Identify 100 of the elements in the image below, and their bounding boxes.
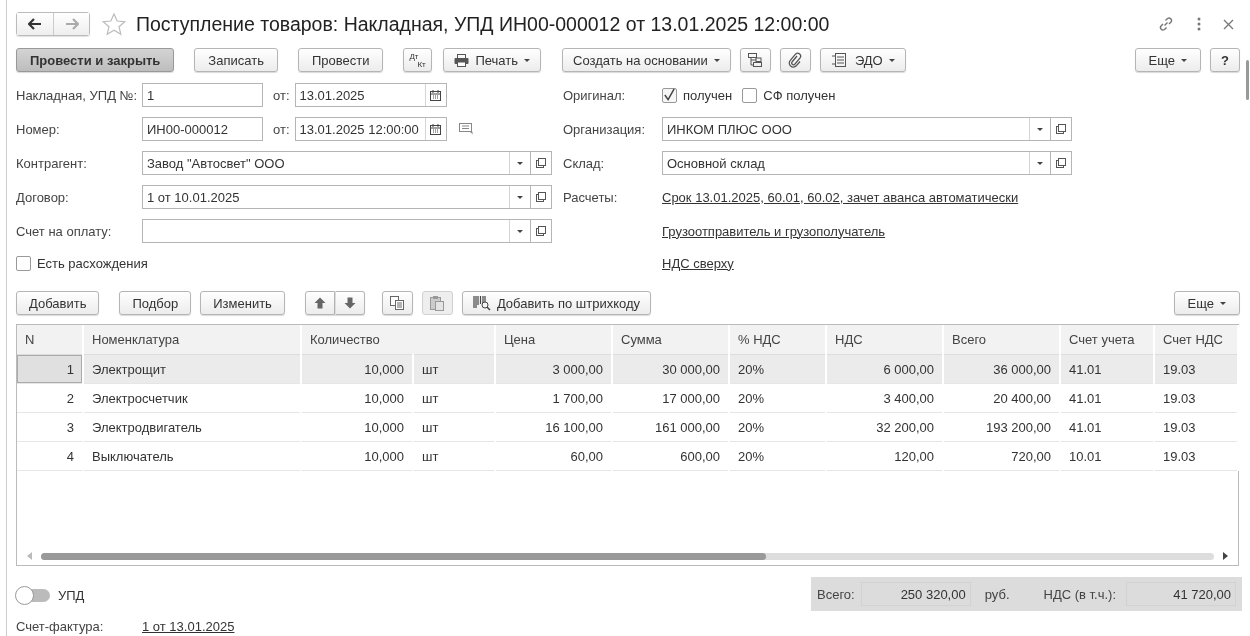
close-icon[interactable] xyxy=(1223,18,1234,30)
column-header[interactable]: Номенклатура xyxy=(83,325,301,355)
table-cell: 19.03 xyxy=(1154,441,1238,471)
column-header[interactable]: НДС xyxy=(826,325,943,355)
number-field[interactable]: 1 xyxy=(142,83,263,107)
column-header[interactable]: Счет НДС xyxy=(1154,325,1238,355)
number-field[interactable]: ИН00-000012 xyxy=(142,117,263,141)
column-header[interactable]: Цена xyxy=(495,325,612,355)
select-field[interactable]: Основной склад xyxy=(662,151,1051,175)
print-button[interactable]: Печать xyxy=(443,48,541,72)
vat-label: НДС (в т.ч.): xyxy=(1043,586,1116,602)
scroll-right-icon[interactable] xyxy=(1222,552,1228,560)
invoice-link[interactable]: 1 от 13.01.2025 xyxy=(142,618,235,634)
vat-value: 41 720,00 xyxy=(1126,582,1236,606)
field-label: Склад: xyxy=(563,155,606,171)
select-field[interactable] xyxy=(142,219,531,243)
table-cell: 2 xyxy=(17,383,83,413)
field-label: Контрагент: xyxy=(16,155,88,171)
table-cell: 720,00 xyxy=(943,441,1060,471)
more-button[interactable]: Еще xyxy=(1173,291,1240,315)
select-field[interactable]: ИНКОМ ПЛЮС ООО xyxy=(662,117,1051,141)
table-cell: 16 100,00 xyxy=(495,412,612,442)
open-button[interactable] xyxy=(531,219,552,243)
open-button[interactable] xyxy=(531,151,552,175)
table-cell: 20% xyxy=(729,441,826,471)
back-arrow-icon xyxy=(28,18,42,30)
checkbox[interactable] xyxy=(16,255,31,271)
link[interactable]: НДС сверху xyxy=(662,255,734,271)
table-cell: 17 000,00 xyxy=(612,383,729,413)
comment-icon[interactable] xyxy=(458,123,475,135)
total-value: 250 320,00 xyxy=(860,582,971,606)
copy-icon xyxy=(389,295,406,311)
column-header[interactable]: Сумма xyxy=(612,325,729,355)
back-button[interactable] xyxy=(17,13,53,35)
column-header[interactable]: Количество xyxy=(301,325,495,355)
more-icon[interactable] xyxy=(1197,17,1201,31)
checkbox[interactable] xyxy=(662,87,677,103)
column-header[interactable]: N xyxy=(17,325,83,355)
copy-button[interactable] xyxy=(381,291,413,315)
open-button[interactable] xyxy=(1051,151,1072,175)
table-button[interactable]: Изменить xyxy=(200,291,285,315)
more-button[interactable]: Еще xyxy=(1134,48,1201,72)
column-header[interactable]: % НДС xyxy=(729,325,826,355)
debit-credit-button[interactable]: Дт Кт xyxy=(403,48,433,72)
create-based-on-button[interactable]: Создать на основании xyxy=(562,48,731,72)
barcode-icon xyxy=(472,295,491,311)
open-button[interactable] xyxy=(531,185,552,209)
field-label: Счет на оплату: xyxy=(16,223,113,239)
date-field[interactable]: 13.01.2025 12:00:00 xyxy=(294,117,447,141)
star-icon[interactable] xyxy=(102,12,126,36)
open-button[interactable] xyxy=(1051,117,1072,141)
date-field[interactable]: 13.01.2025 xyxy=(294,83,447,107)
table-button[interactable]: Подбор xyxy=(119,291,192,315)
column-header[interactable]: Счет учета xyxy=(1060,325,1154,355)
structure-button[interactable] xyxy=(739,48,771,72)
table-cell: шт xyxy=(413,412,495,442)
table-button[interactable]: Добавить xyxy=(16,291,100,315)
select-field[interactable]: 1 от 10.01.2025 xyxy=(142,185,531,209)
checkbox[interactable] xyxy=(742,87,758,103)
vertical-scrollbar xyxy=(1246,60,1249,100)
column-header[interactable]: Всего xyxy=(943,325,1060,355)
total-label: Всего: xyxy=(817,586,855,602)
move-up-button[interactable] xyxy=(304,291,335,315)
link[interactable]: Грузоотправитель и грузополучатель xyxy=(662,223,886,239)
post-and-close-button[interactable]: Провести и закрыть xyxy=(16,48,175,72)
link-icon[interactable] xyxy=(1157,15,1175,33)
table-cell: 41.01 xyxy=(1060,383,1154,413)
toolbar-button[interactable]: Провести xyxy=(297,48,384,72)
arrow-down-icon xyxy=(343,297,356,309)
table-cell: 120,00 xyxy=(826,441,943,471)
table-cell: 3 xyxy=(17,412,83,442)
table-cell: 30 000,00 xyxy=(612,354,729,384)
paperclip-icon xyxy=(788,52,803,68)
table-cell: Выключатель xyxy=(83,441,301,471)
arrow-up-icon xyxy=(313,297,326,309)
table-cell: шт xyxy=(413,383,495,413)
help-button[interactable]: ? xyxy=(1210,48,1240,72)
select-field[interactable]: Завод "Автосвет" ООО xyxy=(142,151,531,175)
table-cell: 3 000,00 xyxy=(495,354,612,384)
field-label: Накладная, УПД №: xyxy=(16,87,139,103)
table-cell: 600,00 xyxy=(612,441,729,471)
checkbox-label: СФ получен xyxy=(763,87,836,103)
hierarchy-icon xyxy=(747,52,764,68)
forward-arrow-icon xyxy=(64,18,79,30)
table-cell: 41.01 xyxy=(1060,354,1154,384)
table-cell: 20 400,00 xyxy=(943,383,1060,413)
table-cell: Электрощит xyxy=(83,354,301,384)
edo-button[interactable]: ЭДО xyxy=(819,48,906,72)
attach-button[interactable] xyxy=(779,48,811,72)
link[interactable]: Срок 13.01.2025, 60.01, 60.02, зачет аванса автоматически xyxy=(662,189,1019,205)
toggle-label: УПД xyxy=(58,587,85,603)
move-down-button[interactable] xyxy=(334,291,365,315)
toggle-switch[interactable] xyxy=(16,588,50,602)
toolbar-button[interactable]: Записать xyxy=(194,48,278,72)
table-cell: 36 000,00 xyxy=(943,354,1060,384)
field-label: Договор: xyxy=(16,189,70,205)
field-label: от: xyxy=(273,87,290,103)
window-title: Поступление товаров: Накладная, УПД ИН00-000012 от 13.01.2025 12:00:00 xyxy=(136,12,830,36)
add-by-barcode-button[interactable]: Добавить по штрихкоду xyxy=(461,291,652,315)
table-cell: 10,000 xyxy=(301,441,413,471)
